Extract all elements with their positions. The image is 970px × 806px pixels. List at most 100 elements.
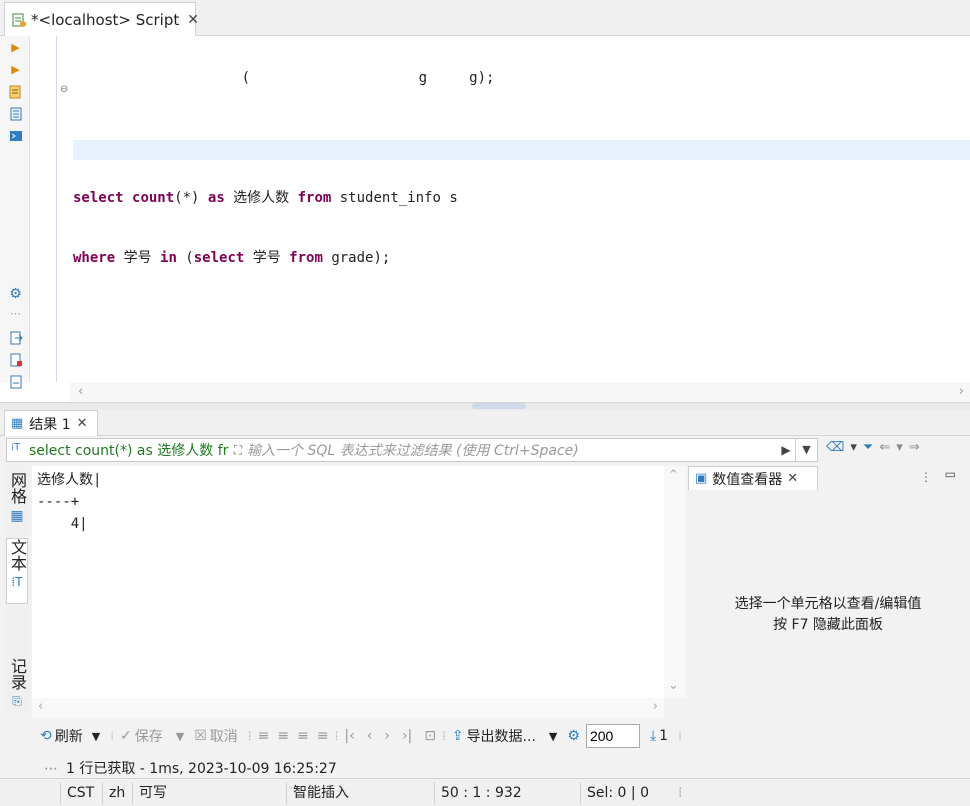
sql-token: grade); — [322, 250, 391, 266]
toolbar-separator: ⁞ — [247, 729, 252, 743]
panel-splitter[interactable] — [0, 402, 970, 410]
save-dropdown-icon[interactable]: ▼ — [176, 730, 184, 743]
edit-row-icon[interactable]: ≡ — [258, 728, 270, 744]
code-line-partial: ( g g); — [73, 70, 495, 86]
sql-script-icon — [11, 12, 27, 28]
execute-script-icon[interactable] — [8, 84, 23, 99]
filter-query-text[interactable]: ⁞T select count(*) as 选修人数 fror — [7, 440, 229, 460]
result-view-switcher: 网格 ▦ 文本 ⁞T 记录 ⎘ — [4, 466, 30, 714]
cancel-icon: ☒ — [194, 728, 207, 744]
tab-text-view[interactable]: 文本 ⁞T — [6, 538, 28, 604]
sql-token: ( — [176, 250, 194, 266]
text-result-panel[interactable]: 选修人数| ----+ 4| — [32, 466, 664, 698]
info-dots-icon: ⋯ — [44, 761, 58, 777]
page-navigation: |‹ ‹ › ›| ⊡ — [344, 728, 436, 744]
status-mode: 可写 — [132, 782, 167, 804]
execute-statement-icon[interactable]: ▶ — [8, 40, 23, 55]
filter-query-label: select count(*) as 选修人数 fror — [29, 443, 229, 459]
sql-editor[interactable]: ▶ ▶ ⚙ ⋯ ⊖ ( g g); select count(*) as 选修人… — [0, 36, 970, 402]
minimize-panel-icon[interactable]: ▭ — [945, 467, 956, 481]
tab-record-view[interactable]: 记录 ⎘ — [6, 658, 28, 709]
close-results-tab-icon[interactable]: ✕ — [77, 416, 88, 431]
value-viewer-message: 选择一个单元格以查看/编辑值 按 F7 隐藏此面板 — [686, 594, 970, 636]
more-dots-icon[interactable]: ⋯ — [8, 306, 23, 321]
apply-filter-icon[interactable]: ▶ — [777, 443, 795, 457]
refresh-label: 刷新 — [54, 729, 83, 745]
row-count-indicator[interactable]: ⤓ 1 — [650, 728, 668, 744]
export-script-icon[interactable] — [8, 330, 23, 345]
sql-keyword: count — [132, 190, 175, 206]
code-area[interactable]: ( g g); select count(*) as 选修人数 from stu… — [73, 28, 494, 308]
load-script-icon[interactable] — [8, 352, 23, 367]
fetch-size-input[interactable] — [585, 724, 640, 748]
terminal-icon[interactable] — [8, 128, 23, 143]
scroll-up-icon[interactable]: ⌃ — [668, 468, 679, 483]
cancel-button[interactable]: ☒ 取消 — [194, 726, 238, 746]
cancel-label: 取消 — [209, 729, 238, 745]
sql-token: 学号 — [244, 250, 290, 266]
close-tab-icon[interactable]: ✕ — [187, 12, 199, 28]
eraser-icon[interactable]: ⌫ — [826, 440, 844, 455]
value-viewer-panel: ▣ 数值查看器 ✕ ⋮ ▭ 选择一个单元格以查看/编辑值 按 F7 隐藏此面板 — [686, 466, 970, 718]
result-filter-bar[interactable]: ⁞T select count(*) as 选修人数 fror ⛶ 输入一个 S… — [6, 438, 818, 462]
eraser-dropdown-icon[interactable]: ▾ — [850, 440, 857, 455]
fold-toggle-icon[interactable]: ⊖ — [60, 84, 68, 95]
text-horizontal-scrollbar[interactable]: ‹ › — [32, 698, 664, 718]
export-dropdown-icon[interactable]: ▼ — [549, 730, 557, 743]
previous-page-icon[interactable]: ‹ — [367, 728, 373, 744]
back-dropdown-icon[interactable]: ▾ — [896, 440, 903, 455]
save-label: 保存 — [134, 729, 163, 745]
execute-new-tab-icon[interactable]: ▶ — [8, 62, 23, 77]
filter-history-dropdown-icon[interactable]: ▼ — [795, 439, 817, 461]
fetch-settings-gear-icon[interactable]: ⚙ — [567, 728, 580, 744]
status-selection: Sel: 0 | 0 — [580, 782, 649, 804]
last-page-icon[interactable]: ›| — [402, 728, 412, 744]
toolbar-separator: ⁞ — [110, 729, 115, 743]
code-line-2: where 学号 in (select 学号 from grade); — [73, 248, 494, 268]
fetch-info-text: 1 行已获取 - 1ms, 2023-10-09 16:25:27 — [66, 761, 337, 777]
save-button[interactable]: ✓ 保存 ▼ — [120, 726, 184, 746]
scroll-left-icon[interactable]: ‹ — [38, 699, 43, 714]
status-bar: CST zh 可写 智能插入 50 : 1 : 932 Sel: 0 | 0 ⁞ — [0, 778, 970, 806]
export-data-button[interactable]: ⇪ 导出数据... ▼ — [452, 726, 558, 746]
editor-horizontal-scrollbar[interactable]: ‹ › — [70, 382, 970, 402]
tab-results-1[interactable]: ▦ 结果 1 ✕ — [4, 410, 98, 436]
explain-plan-icon[interactable] — [8, 106, 23, 121]
view-menu-icon[interactable]: ⋮ — [920, 470, 932, 484]
delete-row-icon[interactable]: ≡ — [317, 728, 329, 744]
next-page-icon[interactable]: › — [384, 728, 390, 744]
results-tab-bar: ▦ 结果 1 ✕ — [0, 410, 970, 436]
script-file-icon[interactable] — [8, 374, 23, 389]
toolbar-separator: ⁞ — [678, 729, 682, 743]
first-page-icon[interactable]: |‹ — [344, 728, 354, 744]
add-row-icon[interactable]: ≡ — [277, 728, 289, 744]
back-arrow-icon[interactable]: ⇐ — [879, 440, 890, 455]
refresh-dropdown-icon[interactable]: ▼ — [92, 730, 100, 743]
export-icon: ⇪ — [451, 728, 464, 744]
scroll-right-icon[interactable]: › — [959, 384, 964, 399]
forward-arrow-icon[interactable]: ⇒ — [909, 440, 920, 455]
save-icon: ✓ — [120, 728, 132, 744]
tab-value-viewer[interactable]: ▣ 数值查看器 ✕ — [688, 466, 818, 490]
scroll-left-icon[interactable]: ‹ — [78, 384, 83, 399]
results-tab-label: 结果 1 — [29, 416, 71, 433]
refresh-button[interactable]: ⟲ 刷新 ▼ — [40, 726, 100, 746]
settings-gear-icon[interactable]: ⚙ — [8, 286, 23, 302]
tab-grid-view[interactable]: 网格 ▦ — [6, 472, 28, 524]
expand-filter-icon[interactable]: ⛶ — [229, 443, 247, 458]
text-vertical-scrollbar[interactable]: ⌃ ⌄ — [664, 466, 686, 698]
row-edit-tools: ≡ ≡ ≡ ≡ — [258, 728, 329, 744]
filter-funnel-icon[interactable]: ⏷ — [863, 440, 873, 455]
filter-input[interactable]: 输入一个 SQL 表达式来过滤结果 (使用 Ctrl+Space) — [247, 440, 777, 460]
scroll-right-icon[interactable]: › — [653, 699, 658, 714]
close-value-viewer-icon[interactable]: ✕ — [787, 471, 798, 486]
record-view-icon: ⎘ — [12, 694, 22, 708]
scroll-down-icon[interactable]: ⌄ — [668, 678, 679, 693]
sql-keyword: select — [193, 250, 245, 266]
sql-token: (*) — [174, 190, 208, 206]
grid-table-icon: ▦ — [11, 416, 24, 431]
editor-toolbar: ▶ ▶ ⚙ ⋯ — [0, 36, 30, 388]
splitter-grip[interactable] — [472, 403, 526, 409]
fetch-all-icon[interactable]: ⊡ — [424, 728, 436, 744]
copy-row-icon[interactable]: ≡ — [297, 728, 309, 744]
